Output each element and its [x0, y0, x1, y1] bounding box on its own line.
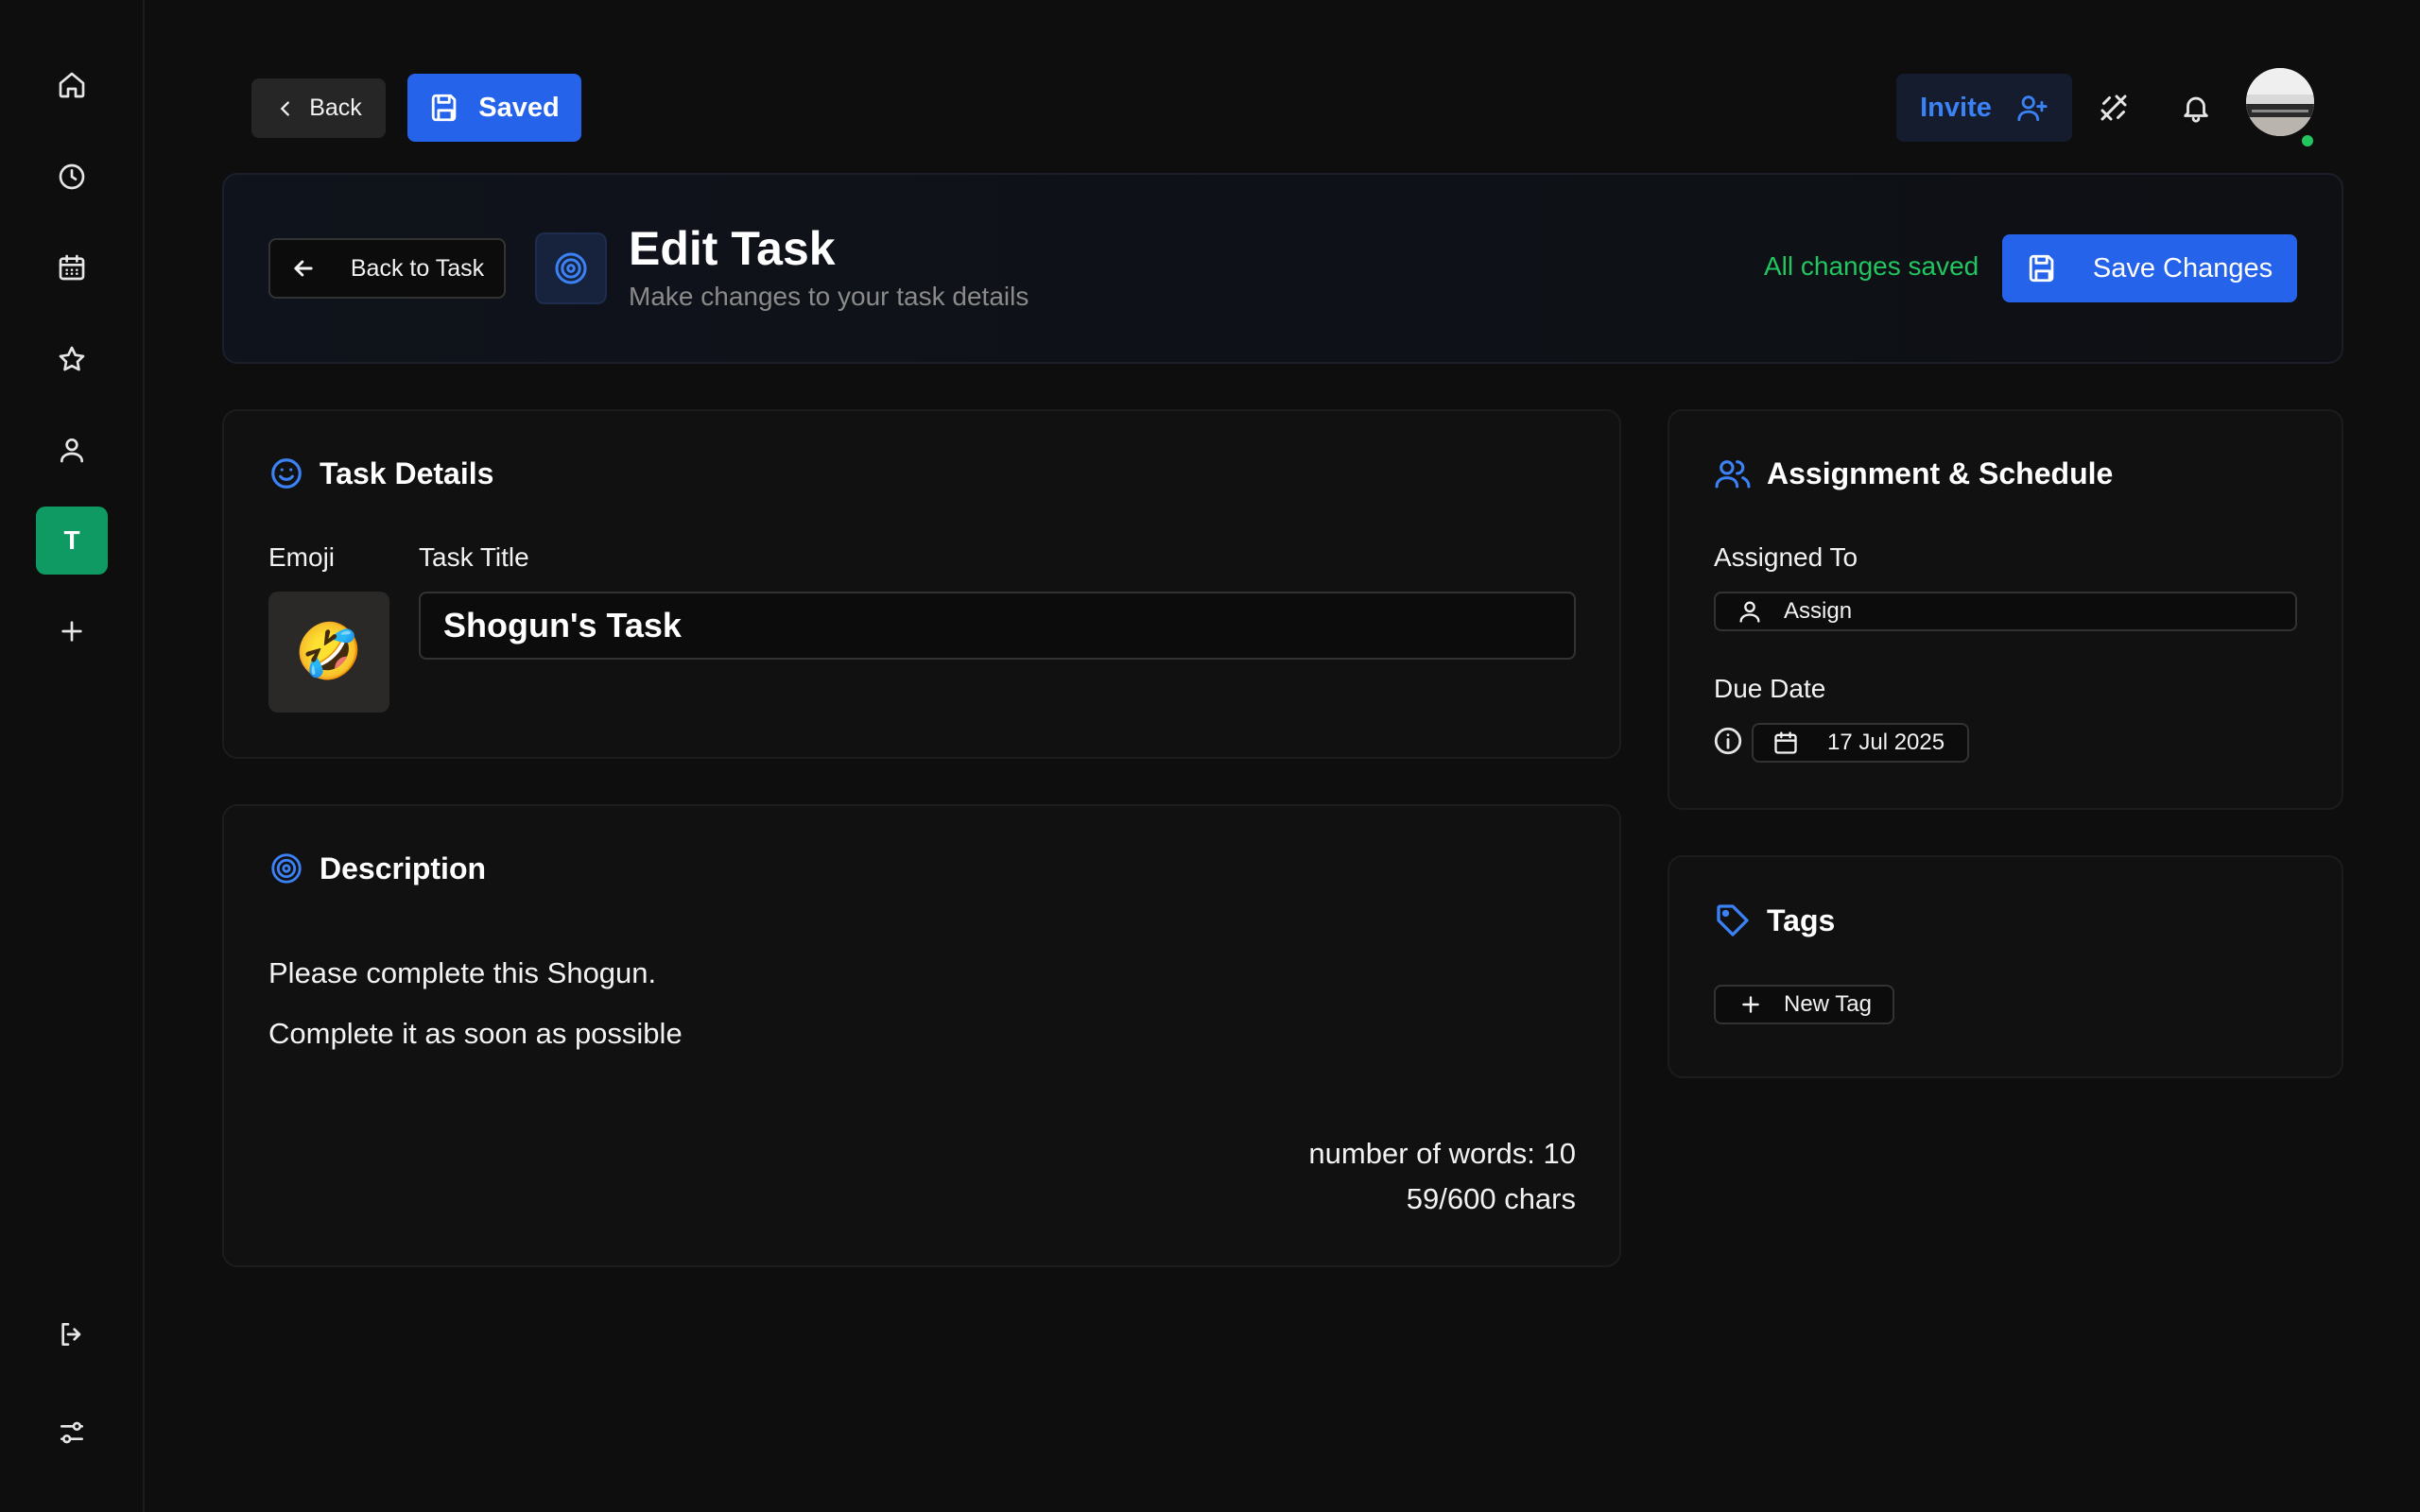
plus-icon [1742, 996, 1759, 1013]
save-changes-label: Save Changes [2092, 252, 2273, 284]
smile-icon [271, 458, 302, 489]
arrow-left-icon [294, 260, 313, 277]
invite-label: Invite [1920, 92, 1992, 123]
back-button[interactable]: Back [251, 78, 386, 138]
due-date-value: 17 Jul 2025 [1827, 730, 1945, 755]
user-plus-icon [2017, 95, 2048, 122]
settings-sliders-icon[interactable] [36, 1399, 108, 1467]
workspace-initial: T [63, 525, 80, 555]
emoji-picker[interactable]: 🤣 [268, 592, 389, 713]
tags-title: Tags [1767, 902, 1836, 937]
tools-icon[interactable] [2091, 85, 2136, 130]
save-status-text: All changes saved [1764, 251, 1979, 281]
task-title-value: Shogun's Task [443, 606, 682, 644]
workspace-button[interactable]: T [36, 507, 108, 575]
task-details-title: Task Details [320, 455, 494, 490]
description-line: Please complete this Shogun. [268, 956, 657, 989]
save-icon [2029, 254, 2054, 283]
back-label: Back [309, 94, 362, 121]
bell-icon[interactable] [2173, 85, 2219, 130]
task-details-heading: Task Details [268, 455, 493, 491]
description-line: Complete it as soon as possible [268, 1017, 683, 1050]
saved-button[interactable]: Saved [407, 74, 581, 142]
target-icon [271, 853, 302, 884]
invite-button[interactable]: Invite [1896, 74, 2072, 142]
info-icon[interactable] [1712, 725, 1744, 757]
word-count: number of words: 10 [1308, 1137, 1576, 1170]
new-tag-label: New Tag [1784, 991, 1872, 1017]
home-icon[interactable] [36, 51, 108, 119]
avatar-image [2246, 68, 2314, 136]
task-title-label: Task Title [419, 542, 529, 572]
calendar-icon[interactable] [36, 233, 108, 301]
due-date-label: Due Date [1714, 674, 1826, 703]
assign-label: Assign [1784, 598, 1853, 624]
plus-icon[interactable] [36, 597, 108, 665]
online-status-dot [2299, 132, 2316, 149]
target-icon [535, 232, 607, 304]
page-subtitle: Make changes to your task details [629, 282, 1029, 311]
clock-icon[interactable] [36, 143, 108, 211]
assign-button[interactable]: Assign [1714, 592, 2297, 631]
chevron-left-icon [280, 100, 290, 116]
avatar[interactable] [2246, 68, 2314, 136]
calendar-icon [1774, 731, 1797, 754]
logout-icon[interactable] [36, 1300, 108, 1368]
tags-heading: Tags [1714, 902, 1835, 939]
assignment-title: Assignment & Schedule [1767, 455, 2114, 490]
user-icon [1739, 601, 1760, 623]
saved-label: Saved [478, 92, 560, 123]
sidebar: T [0, 0, 145, 1512]
users-icon [1715, 460, 1751, 489]
star-icon[interactable] [36, 325, 108, 393]
save-changes-button[interactable]: Save Changes [2002, 234, 2297, 302]
task-title-input[interactable]: Shogun's Task [419, 592, 1576, 660]
description-editor[interactable]: Please complete this Shogun. Complete it… [268, 936, 1573, 1077]
assigned-to-label: Assigned To [1714, 542, 1858, 572]
description-title: Description [320, 850, 487, 885]
back-to-task-button[interactable]: Back to Task [268, 238, 506, 299]
emoji-label: Emoji [268, 542, 336, 572]
user-icon[interactable] [36, 416, 108, 484]
page-title: Edit Task [629, 222, 836, 275]
save-icon [432, 94, 457, 122]
char-count: 59/600 chars [1406, 1182, 1576, 1215]
assignment-heading: Assignment & Schedule [1714, 455, 2113, 491]
new-tag-button[interactable]: New Tag [1714, 985, 1894, 1024]
tags-card [1668, 855, 2343, 1078]
back-to-task-label: Back to Task [350, 254, 485, 282]
tag-icon [1717, 904, 1749, 936]
description-heading: Description [268, 850, 486, 886]
emoji-value: 🤣 [294, 621, 364, 682]
due-date-picker[interactable]: 17 Jul 2025 [1752, 723, 1969, 763]
